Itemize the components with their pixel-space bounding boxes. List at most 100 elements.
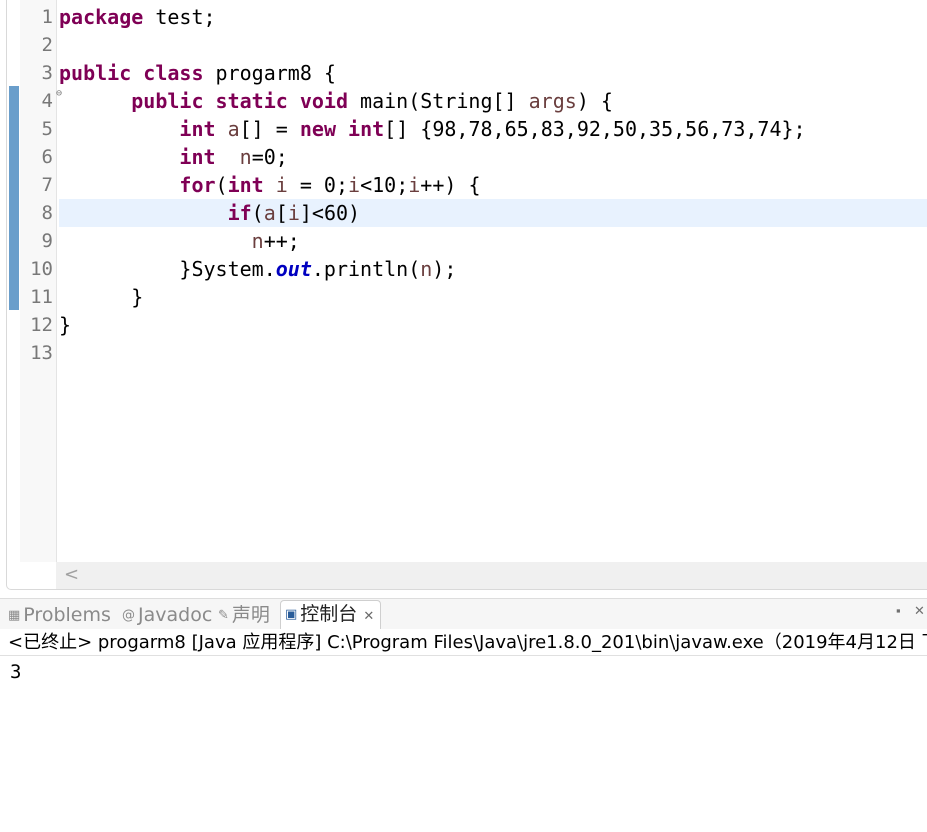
line-number: 7: [41, 174, 53, 196]
keyword: package: [59, 5, 144, 29]
code-line-6[interactable]: int n=0;: [59, 143, 927, 171]
tab-label: 控制台: [300, 603, 358, 625]
tab-console[interactable]: ▣ 控制台 ✕: [280, 600, 382, 630]
close-panel-icon[interactable]: ✕: [914, 603, 925, 619]
code-line-11[interactable]: }: [59, 283, 927, 311]
line-numbers: 1 2 3 4 ⊖ 5 6 7 8 9 10 11 12 13: [20, 3, 62, 367]
line-number: 8: [41, 202, 53, 224]
code-editor[interactable]: 1 2 3 4 ⊖ 5 6 7 8 9 10 11 12 13 package t…: [6, 0, 927, 590]
at-icon: @: [122, 607, 135, 623]
code-text: =0;: [251, 145, 288, 169]
line-number: 2: [41, 34, 53, 56]
line-number: 3: [41, 62, 53, 84]
code-text: main(String[]: [348, 89, 529, 113]
code-text: );: [432, 257, 457, 281]
line-number: 6: [41, 146, 53, 168]
variable: n: [251, 229, 264, 253]
variable: i: [348, 173, 361, 197]
code-text: ]<60): [299, 201, 361, 225]
line-number: 5: [41, 118, 53, 140]
code-line-9[interactable]: n++;: [59, 227, 927, 255]
code-text: }: [59, 313, 72, 337]
line-number-text: 4: [41, 90, 53, 112]
keyword: if: [227, 201, 252, 225]
code-line-12[interactable]: }: [59, 311, 927, 339]
code-line-13[interactable]: [59, 339, 927, 367]
line-number: 13: [30, 342, 53, 364]
variable: i: [408, 173, 421, 197]
code-line-7[interactable]: for(int i = 0;i<10;i++) {: [59, 171, 927, 199]
keyword: int: [179, 145, 216, 169]
code-text: [] =: [239, 117, 300, 141]
keyword: class: [143, 61, 204, 85]
code-text: [] {98,78,65,83,92,50,35,56,73,74};: [384, 117, 806, 141]
code-text: [: [275, 201, 288, 225]
code-line-8-current[interactable]: if(a[i]<60): [59, 199, 927, 227]
keyword: void: [299, 89, 349, 113]
line-number: 12: [30, 314, 53, 336]
code-area[interactable]: package test; public class progarm8 { pu…: [59, 3, 927, 367]
keyword: int: [179, 117, 216, 141]
variable: n: [420, 257, 433, 281]
tab-problems[interactable]: ▦ Problems: [8, 602, 111, 628]
code-text: = 0;: [287, 173, 349, 197]
code-text: test;: [143, 5, 216, 29]
line-number: 10: [30, 258, 53, 280]
keyword: static: [215, 89, 288, 113]
tab-declaration[interactable]: ✎ 声明: [218, 602, 270, 628]
code-line-5[interactable]: int a[] = new int[] {98,78,65,83,92,50,3…: [59, 115, 927, 143]
console-output[interactable]: 3: [10, 658, 21, 686]
panel-tab-bar: ▦ Problems @ Javadoc ✎ 声明 ▣ 控制台 ✕ ▪ ✕: [0, 598, 927, 630]
tab-label: Javadoc: [138, 604, 213, 626]
code-line-2[interactable]: [59, 31, 927, 59]
variable: a: [263, 201, 276, 225]
declaration-icon: ✎: [218, 607, 229, 623]
line-number: 4 ⊖: [20, 87, 62, 115]
keyword: public: [131, 89, 204, 113]
horizontal-scrollbar[interactable]: <: [56, 562, 927, 589]
close-icon[interactable]: ✕: [363, 609, 374, 624]
change-marker-bar: [9, 86, 19, 310]
code-line-1[interactable]: package test;: [59, 3, 927, 31]
line-number: 9: [41, 230, 53, 252]
variable: a: [227, 117, 240, 141]
variable: args: [528, 89, 577, 113]
keyword: int: [227, 173, 264, 197]
code-text: (: [251, 201, 264, 225]
keyword: new: [299, 117, 336, 141]
code-text: }System.: [179, 257, 276, 281]
code-text: }: [131, 285, 144, 309]
line-number: 1: [41, 6, 53, 28]
scroll-left-icon[interactable]: <: [64, 564, 79, 585]
problems-icon: ▦: [8, 607, 21, 623]
code-text: (: [215, 173, 228, 197]
code-line-10[interactable]: }System.out.println(n);: [59, 255, 927, 283]
tab-label: 声明: [231, 604, 270, 626]
line-number: 11: [30, 286, 53, 308]
keyword: for: [179, 173, 216, 197]
keyword: int: [348, 117, 385, 141]
code-text: .println(: [311, 257, 421, 281]
code-text: progarm8 {: [203, 61, 336, 85]
tab-label: Problems: [23, 604, 111, 626]
code-line-4[interactable]: public static void main(String[] args) {: [59, 87, 927, 115]
minimize-icon[interactable]: ▪: [896, 603, 901, 618]
code-line-3[interactable]: public class progarm8 {: [59, 59, 927, 87]
variable: i: [287, 201, 300, 225]
code-text: <10;: [360, 173, 409, 197]
tab-javadoc[interactable]: @ Javadoc: [122, 602, 212, 628]
static-field: out: [275, 257, 312, 281]
